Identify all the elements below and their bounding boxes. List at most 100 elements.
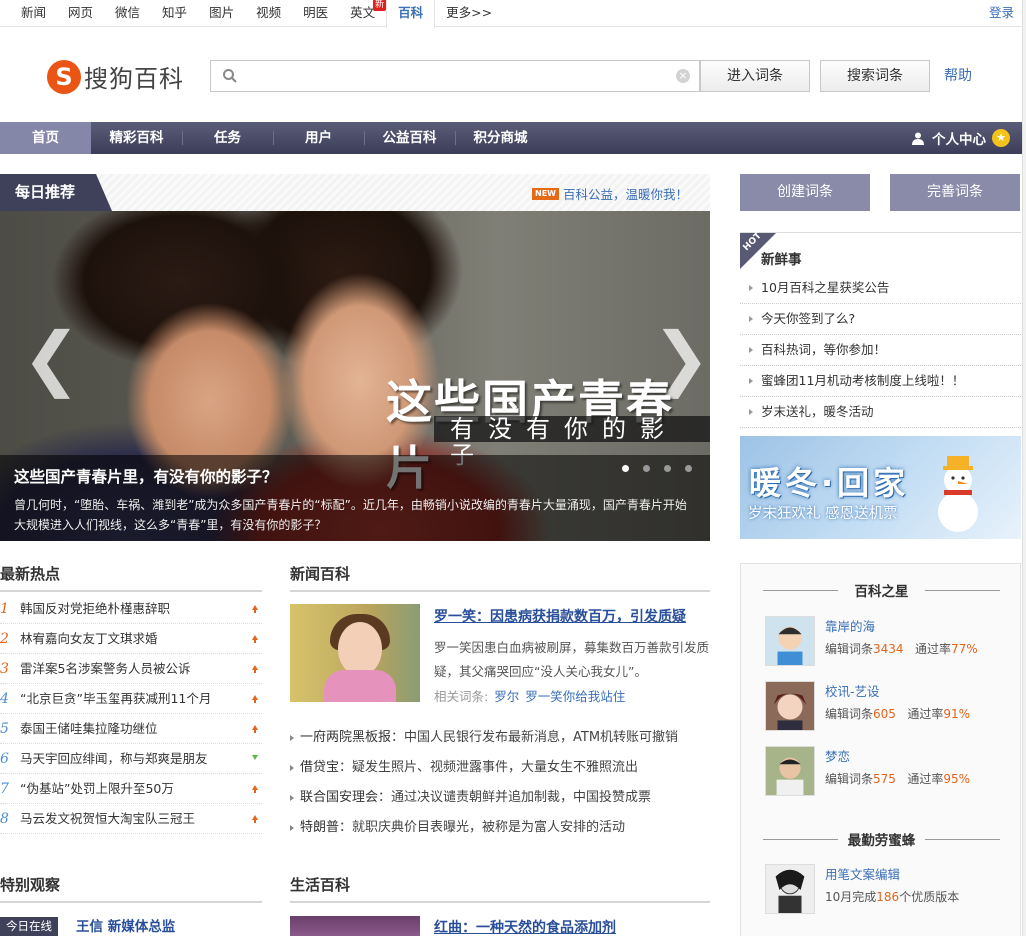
life-image[interactable] (290, 916, 420, 936)
hot-text[interactable]: 雷洋案5名涉案警务人员被公诉 (20, 654, 190, 684)
sogou-logo-mark: S (47, 59, 81, 94)
nav-featured[interactable]: 精彩百科 (91, 122, 182, 154)
special-headline[interactable]: 王信 新媒体总监 (76, 915, 175, 935)
charity-link[interactable]: NEW 百科公益，温暖你我！ (532, 184, 688, 203)
topnav-weixin[interactable]: 微信 (104, 0, 151, 27)
star-name[interactable]: 梦恋 (825, 746, 850, 765)
edit-label: 编辑词条 (825, 707, 874, 721)
bee-name[interactable]: 用笔文案编辑 (825, 864, 900, 883)
fresh-item[interactable]: 岁末送礼，暖冬活动 (740, 397, 1021, 428)
topnav-zhihu[interactable]: 知乎 (151, 0, 198, 27)
hot-rank: 4 (0, 691, 9, 707)
clear-icon[interactable]: × (676, 69, 690, 83)
nav-points-mall[interactable]: 积分商城 (455, 122, 546, 154)
hot-text[interactable]: 马云发文祝贺恒大淘宝队三冠王 (20, 804, 195, 834)
news-list-item[interactable]: 借贷宝：疑发生照片、视频泄露事件，大量女生不雅照流出 (290, 754, 710, 784)
carousel-dot[interactable] (622, 465, 629, 472)
fresh-item[interactable]: 蜜蜂团11月机动考核制度上线啦！！ (740, 366, 1021, 397)
avatar[interactable] (765, 864, 815, 914)
avatar[interactable] (765, 616, 815, 666)
enter-entry-button[interactable]: 进入词条 (700, 60, 810, 92)
hot-item[interactable]: 8 马云发文祝贺恒大淘宝队三冠王 (0, 804, 262, 834)
hot-item[interactable]: 4 “北京巨贪”毕玉玺再获减刑11个月 (0, 684, 262, 714)
trend-up-icon (252, 785, 258, 793)
news-keyword[interactable]: 特朗普 (300, 820, 339, 835)
search-entry-button[interactable]: 搜索词条 (820, 60, 930, 92)
hot-text[interactable]: “伪基站”处罚上限升至50万 (20, 774, 174, 804)
hot-text[interactable]: 泰国王储哇集拉隆功继位 (20, 714, 158, 744)
topnav-mingyi[interactable]: 明医 (292, 0, 339, 27)
fresh-item[interactable]: 今天你签到了么? (740, 304, 1021, 335)
carousel-dot[interactable] (643, 465, 650, 472)
nav-charity[interactable]: 公益百科 (364, 122, 455, 154)
pass-rate: 91% (943, 707, 971, 721)
create-entry-button[interactable]: 创建词条 (740, 174, 870, 211)
star-name[interactable]: 靠岸的海 (825, 616, 875, 635)
trend-up-icon (252, 635, 258, 643)
carousel-dot[interactable] (664, 465, 671, 472)
avatar[interactable] (765, 746, 815, 796)
life-headline[interactable]: 红曲：一种天然的食品添加剂 (434, 917, 616, 937)
topnav-images[interactable]: 图片 (198, 0, 245, 27)
hot-item[interactable]: 1 韩国反对党拒绝朴槿惠辞职 (0, 594, 262, 624)
new-badge: 新 (373, 0, 387, 11)
topnav-news[interactable]: 新闻 (10, 0, 57, 27)
hot-item[interactable]: 6 马天宇回应绯闻，称与郑爽是朋友 (0, 744, 262, 774)
hot-text[interactable]: 林宥嘉向女友丁文琪求婚 (20, 624, 158, 654)
fresh-item[interactable]: 百科热词，等你参加！ (740, 335, 1021, 366)
edit-count: 575 (873, 772, 896, 786)
snowman-icon (938, 456, 978, 532)
search-input[interactable] (245, 65, 665, 87)
hot-item[interactable]: 2 林宥嘉向女友丁文琪求婚 (0, 624, 262, 654)
news-keyword[interactable]: 借贷宝 (300, 760, 339, 775)
fresh-item[interactable]: 10月百科之星获奖公告 (740, 273, 1021, 304)
improve-entry-button[interactable]: 完善词条 (890, 174, 1020, 211)
banner-caption-desc: 曾几何时，“堕胎、车祸、潍到老”成为众多国产青春片的“标配”。近几年，由畅销小说… (14, 498, 687, 532)
news-list-item[interactable]: 联合国安理会：通过决议谴责朝鲜并追加制裁，中国投赞成票 (290, 784, 710, 814)
winter-promo-subtitle: 岁末狂欢礼 感恩送机票 (748, 506, 898, 522)
logo[interactable]: S 搜狗百科 (47, 59, 184, 94)
hot-text[interactable]: 韩国反对党拒绝朴槿惠辞职 (20, 594, 170, 624)
topnav-more[interactable]: 更多>> (435, 0, 503, 27)
featured-banner[interactable]: ❮ ❯ 这些国产青春片 有没有你的影子 这些国产青春片里，有没有你的影子？ 曾几… (0, 211, 710, 541)
hot-text[interactable]: 马天宇回应绯闻，称与郑爽是朋友 (20, 744, 208, 774)
prev-arrow-icon[interactable]: ❮ (22, 323, 81, 393)
news-image[interactable] (290, 604, 420, 702)
hot-item[interactable]: 3 雷洋案5名涉案警务人员被公诉 (0, 654, 262, 684)
news-keyword[interactable]: 联合国安理会 (300, 790, 378, 805)
hot-item[interactable]: 7 “伪基站”处罚上限升至50万 (0, 774, 262, 804)
related-link[interactable]: 罗尔 (494, 689, 519, 704)
login-link[interactable]: 登录 (989, 0, 1014, 26)
related-link[interactable]: 罗一笑你给我站住 (525, 689, 625, 704)
hot-rank: 1 (0, 601, 9, 617)
bee-stats: 10月完成186个优质版本 (825, 888, 959, 905)
topnav-web[interactable]: 网页 (57, 0, 104, 27)
hot-text[interactable]: “北京巨贪”毕玉玺再获减刑11个月 (20, 684, 211, 714)
trend-up-icon (252, 695, 258, 703)
user-center[interactable]: 个人中心 ★ (912, 122, 1010, 154)
hot-item[interactable]: 5 泰国王储哇集拉隆功继位 (0, 714, 262, 744)
new-tag: NEW (532, 187, 559, 200)
winter-promo-banner[interactable]: 暖冬·回家 岁末狂欢礼 感恩送机票 (740, 436, 1021, 539)
news-keyword[interactable]: 一府两院黑板报 (300, 730, 391, 745)
topnav-english[interactable]: 英文新 (339, 0, 387, 27)
avatar[interactable] (765, 681, 815, 731)
nav-tasks[interactable]: 任务 (182, 122, 273, 154)
news-list-item[interactable]: 特朗普：就职庆典价目表曝光，被称是为富人安排的活动 (290, 814, 710, 844)
carousel-dot[interactable] (685, 465, 692, 472)
news-headline[interactable]: 罗一笑：因患病获捐款数百万，引发质疑 (434, 606, 686, 626)
banner-caption-title[interactable]: 这些国产青春片里，有没有你的影子？ (14, 465, 696, 487)
topnav-video[interactable]: 视频 (245, 0, 292, 27)
fresh-list: 10月百科之星获奖公告 今天你签到了么? 百科热词，等你参加！ 蜜蜂团11月机动… (740, 273, 1021, 428)
main-nav: 首页 精彩百科 任务 用户 公益百科 积分商城 个人中心 ★ (0, 122, 1022, 154)
nav-home[interactable]: 首页 (0, 122, 91, 154)
help-link[interactable]: 帮助 (944, 60, 972, 92)
page-scrollbar[interactable] (1022, 0, 1026, 936)
nav-users[interactable]: 用户 (273, 122, 364, 154)
hot-rank: 2 (0, 631, 9, 647)
trend-up-icon (252, 665, 258, 673)
news-summary: ：中国人民银行发布最新消息，ATM机转账可撤销 (391, 730, 679, 745)
news-list-item[interactable]: 一府两院黑板报：中国人民银行发布最新消息，ATM机转账可撤销 (290, 724, 710, 754)
topnav-baike[interactable]: 百科 (386, 0, 436, 28)
star-name[interactable]: 校讯-艺设 (825, 681, 880, 700)
